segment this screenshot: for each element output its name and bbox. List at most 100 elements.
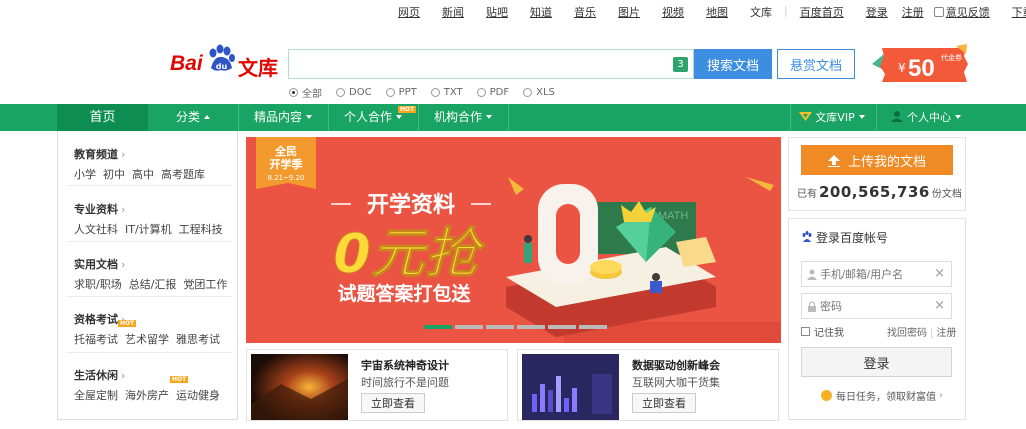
register-link[interactable]: 注册 — [936, 328, 956, 339]
forgot-password-link[interactable]: 找回密码 — [887, 328, 927, 339]
category-link[interactable]: 工程科技 — [179, 223, 223, 236]
top-link-map[interactable]: 地图 — [706, 4, 728, 20]
category-title[interactable]: 生活休闲 › — [74, 367, 234, 383]
divider — [66, 185, 231, 186]
category-link[interactable]: 小学 — [74, 168, 96, 181]
banner-big-text: 0元抢 — [333, 222, 486, 285]
banner-dot[interactable] — [517, 325, 545, 329]
promo-banner[interactable]: 全民 开学季 8.21~9.20 开学资料 0元抢 试题答案打包送 MATH — [246, 137, 781, 343]
view-now-button[interactable]: 立即查看 — [361, 393, 425, 413]
top-link-news[interactable]: 新闻 — [442, 4, 464, 20]
vip-icon — [799, 112, 813, 121]
feedback-link[interactable]: 意见反馈 — [933, 4, 990, 20]
radio-icon — [336, 88, 345, 97]
filetype-ppt[interactable]: PPT — [385, 85, 417, 100]
category-link[interactable]: 运动健身 — [176, 389, 220, 402]
divider — [66, 352, 231, 353]
banner-dot[interactable] — [424, 325, 452, 329]
search-input[interactable] — [289, 50, 669, 78]
category-professional: 专业资料 › 人文社科 IT/计算机 工程科技 — [74, 201, 234, 237]
nav-category[interactable]: 分类 — [148, 104, 238, 131]
category-link[interactable]: 总结/汇报 — [129, 278, 177, 291]
top-link-tieba[interactable]: 贴吧 — [486, 4, 508, 20]
category-link[interactable]: 全屋定制 — [74, 389, 118, 402]
divider: | — [784, 4, 788, 17]
banner-badge-line2: 开学季 — [270, 157, 304, 171]
baidu-home-link[interactable]: 百度首页 — [800, 4, 844, 20]
username-field: × — [801, 261, 952, 287]
hot-badge: HOT — [118, 320, 137, 327]
login-button[interactable]: 登录 — [801, 347, 952, 377]
card-thumbnail[interactable] — [251, 354, 348, 420]
category-link[interactable]: IT/计算机 — [125, 223, 172, 236]
category-title[interactable]: 教育频道 › — [74, 146, 234, 162]
radio-icon — [430, 88, 440, 97]
top-link-music[interactable]: 音乐 — [574, 4, 596, 20]
search-docs-button[interactable]: 搜索文档 — [694, 49, 772, 79]
nav-vip-label: 文库VIP — [815, 111, 855, 124]
card-thumbnail[interactable] — [522, 354, 619, 420]
nav-org[interactable]: 机构合作 — [418, 104, 508, 131]
top-register-link[interactable]: 注册 — [902, 4, 924, 20]
caret-down-icon — [858, 115, 865, 119]
top-link-video[interactable]: 视频 — [662, 4, 684, 20]
reward-docs-button[interactable]: 悬赏文档 — [777, 49, 855, 79]
radio-icon — [476, 88, 486, 97]
remember-me[interactable]: 记住我 — [801, 324, 844, 339]
category-link[interactable]: 党团工作 — [183, 278, 227, 291]
clear-icon[interactable]: × — [934, 267, 945, 281]
upload-panel: 上传我的文档 已有 200,565,736 份文档 — [788, 137, 966, 211]
card-title[interactable]: 宇宙系统神奇设计 — [361, 357, 449, 373]
filetype-doc[interactable]: DOC — [336, 85, 372, 100]
top-link-zhidao[interactable]: 知道 — [530, 4, 552, 20]
download-client-link[interactable]: 下载客户端 — [1012, 4, 1026, 20]
banner-dot[interactable] — [579, 325, 607, 329]
filetype-pdf[interactable]: PDF — [476, 85, 509, 100]
view-now-button[interactable]: 立即查看 — [632, 393, 696, 413]
nav-vip[interactable]: 文库VIP — [792, 104, 872, 131]
login-title: 登录百度帐号 — [801, 229, 888, 246]
daily-task-label: 每日任务，领取财富值 — [836, 392, 936, 403]
filetype-txt[interactable]: TXT — [430, 85, 463, 100]
top-link-wenku[interactable]: 文库 — [750, 4, 772, 20]
category-link[interactable]: 高中 — [132, 168, 154, 181]
banner-dot[interactable] — [486, 325, 514, 329]
clear-icon[interactable]: × — [934, 299, 945, 313]
nav-user-center[interactable]: 个人中心 — [880, 104, 972, 131]
category-title[interactable]: 资格考试› — [74, 311, 234, 327]
category-link[interactable]: 托福考试 — [74, 333, 118, 346]
category-education: 教育频道 › 小学 初中 高中 高考题库 — [74, 146, 234, 182]
doc-count: 已有 200,565,736 份文档 — [797, 183, 962, 201]
category-link[interactable]: 求职/职场 — [74, 278, 122, 291]
category-link[interactable]: 海外房产 — [125, 389, 169, 402]
category-link[interactable]: 人文社科 — [74, 223, 118, 236]
category-title[interactable]: 专业资料 › — [74, 201, 234, 217]
category-link[interactable]: 高考题库 — [161, 168, 205, 181]
password-input[interactable] — [820, 298, 930, 315]
category-link[interactable]: 雅思考试 — [176, 333, 220, 346]
doc-count-suffix: 份文档 — [931, 189, 962, 200]
filetype-all[interactable]: 全部 — [289, 85, 322, 100]
top-link-images[interactable]: 图片 — [618, 4, 640, 20]
username-input[interactable] — [820, 266, 930, 283]
divider: | — [930, 328, 934, 339]
upload-button[interactable]: 上传我的文档 — [801, 145, 953, 175]
filetype-label: TXT — [443, 87, 463, 98]
daily-task-link[interactable]: 每日任务，领取财富值 › — [821, 388, 943, 403]
top-login-link[interactable]: 登录 — [866, 4, 888, 20]
card-title[interactable]: 数据驱动创新峰会 — [632, 357, 720, 373]
nav-home[interactable]: 首页 — [57, 104, 148, 131]
coupon-promo[interactable]: ¥ 50 代金券 — [870, 44, 970, 86]
banner-dot[interactable] — [548, 325, 576, 329]
baidu-wenku-logo[interactable]: Bai du 文库 — [170, 44, 278, 80]
nav-premium[interactable]: 精品内容 — [238, 104, 328, 131]
caret-down-icon — [396, 115, 402, 119]
category-title[interactable]: 实用文档 › — [74, 256, 234, 272]
category-link[interactable]: 初中 — [103, 168, 125, 181]
category-link[interactable]: 艺术留学 — [125, 333, 169, 346]
banner-dot[interactable] — [455, 325, 483, 329]
filetype-xls[interactable]: XLS — [523, 85, 555, 100]
logo-bai: Bai — [170, 52, 203, 75]
top-link-web[interactable]: 网页 — [398, 4, 420, 20]
file-type-filter: 全部 DOC PPT TXT PDF XLS — [289, 85, 569, 100]
